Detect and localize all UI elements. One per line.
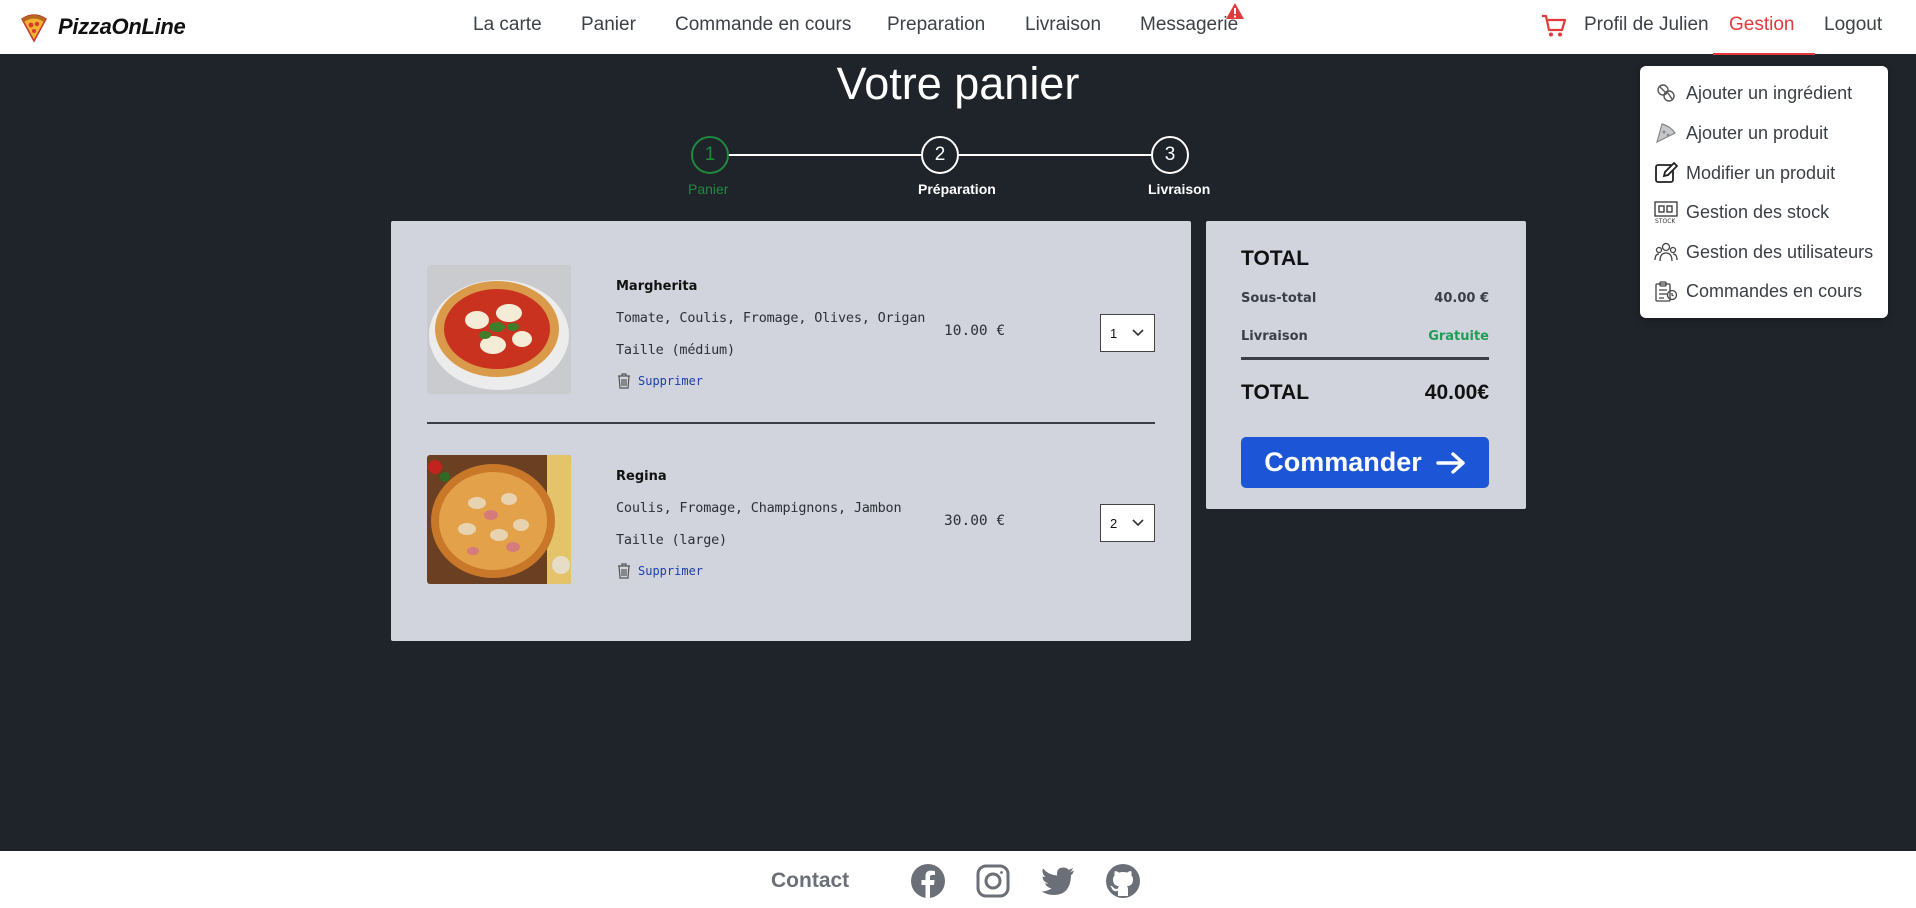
step-3-label: Livraison bbox=[1148, 181, 1211, 197]
order-button-label: Commander bbox=[1264, 447, 1422, 477]
trash-icon bbox=[618, 373, 630, 389]
instagram-icon[interactable] bbox=[975, 863, 1011, 899]
delete-label: Supprimer bbox=[638, 563, 704, 578]
item-size: Taille (médium) bbox=[616, 342, 735, 358]
nav-commande-en-cours[interactable]: Commande en cours bbox=[675, 14, 851, 36]
orders-icon bbox=[1655, 281, 1678, 302]
item-divider bbox=[427, 422, 1155, 424]
step-connector bbox=[959, 154, 1152, 156]
gestion-active-indicator bbox=[1713, 53, 1815, 55]
item-size: Taille (large) bbox=[616, 532, 727, 548]
nav-messagerie[interactable]: Messagerie bbox=[1140, 14, 1238, 36]
order-button[interactable]: Commander bbox=[1241, 437, 1489, 488]
quantity-value: 2 bbox=[1110, 515, 1118, 531]
total-row: TOTAL 40.00€ bbox=[1241, 381, 1489, 405]
delivery-value: Gratuite bbox=[1428, 329, 1489, 344]
step-2-circle: 2 bbox=[921, 136, 959, 174]
nav-panier[interactable]: Panier bbox=[581, 14, 636, 36]
menu-item-label: Modifier un produit bbox=[1686, 162, 1836, 183]
step-connector bbox=[728, 154, 921, 156]
cart-items-panel: Margherita Tomate, Coulis, Fromage, Oliv… bbox=[391, 221, 1191, 641]
nav-preparation[interactable]: Preparation bbox=[887, 14, 985, 36]
item-price: 30.00 € bbox=[944, 513, 1006, 529]
summary-divider bbox=[1241, 357, 1489, 360]
trash-icon bbox=[618, 563, 630, 579]
subtotal-value: 40.00 € bbox=[1434, 291, 1489, 306]
nav-la-carte[interactable]: La carte bbox=[473, 14, 542, 36]
item-ingredients: Tomate, Coulis, Fromage, Olives, Origan bbox=[616, 310, 926, 326]
item-name: Regina bbox=[616, 469, 667, 484]
arrow-right-icon bbox=[1436, 451, 1465, 474]
contact-label: Contact bbox=[771, 869, 850, 892]
menu-item-stock[interactable]: STOCK Gestion des stock bbox=[1654, 198, 1829, 226]
summary-title: TOTAL bbox=[1241, 247, 1310, 270]
twitter-icon[interactable] bbox=[1040, 863, 1076, 899]
quantity-value: 1 bbox=[1110, 325, 1118, 341]
brand-name: PizzaOnLine bbox=[58, 14, 186, 39]
delete-item-button[interactable]: Supprimer bbox=[616, 562, 703, 579]
github-icon[interactable] bbox=[1105, 863, 1141, 899]
cart-item: Regina Coulis, Fromage, Champignons, Jam… bbox=[427, 455, 1155, 585]
svg-text:STOCK: STOCK bbox=[1655, 218, 1676, 224]
chevron-down-icon bbox=[1132, 329, 1144, 337]
item-name: Margherita bbox=[616, 279, 698, 294]
pizza-slice-icon bbox=[1656, 123, 1676, 144]
footer: Contact bbox=[0, 851, 1916, 908]
navbar: PizzaOnLine La carte Panier Commande en … bbox=[0, 0, 1916, 55]
step-2-label: Préparation bbox=[918, 181, 996, 197]
nav-profile[interactable]: Profil de Julien bbox=[1584, 14, 1709, 36]
pizza-logo-icon bbox=[21, 14, 47, 43]
total-value: 40.00€ bbox=[1424, 381, 1489, 404]
order-summary-panel: TOTAL Sous-total 40.00 € Livraison Gratu… bbox=[1206, 221, 1526, 509]
menu-item-label: Gestion des utilisateurs bbox=[1686, 241, 1874, 262]
total-label: TOTAL bbox=[1241, 381, 1310, 404]
menu-item-label: Commandes en cours bbox=[1686, 280, 1863, 301]
menu-item-orders[interactable]: Commandes en cours bbox=[1654, 277, 1862, 305]
step-3-circle: 3 bbox=[1151, 136, 1189, 174]
subtotal-row: Sous-total 40.00 € bbox=[1241, 291, 1489, 306]
menu-item-label: Gestion des stock bbox=[1686, 201, 1830, 222]
page-title: Votre panier bbox=[836, 58, 1080, 109]
delivery-label: Livraison bbox=[1241, 329, 1308, 344]
step-1-label: Panier bbox=[688, 181, 729, 197]
cart-icon[interactable] bbox=[1541, 14, 1567, 38]
step-1-circle: 1 bbox=[691, 136, 729, 174]
item-price: 10.00 € bbox=[944, 323, 1006, 339]
pizza-margherita-image bbox=[427, 265, 571, 394]
brand[interactable]: PizzaOnLine bbox=[18, 11, 186, 43]
item-ingredients: Coulis, Fromage, Champignons, Jambon bbox=[616, 500, 902, 516]
quantity-select[interactable]: 1 bbox=[1100, 314, 1155, 352]
cart-item: Margherita Tomate, Coulis, Fromage, Oliv… bbox=[427, 265, 1155, 395]
menu-item-add-product[interactable]: Ajouter un produit bbox=[1654, 119, 1828, 147]
pizza-regina-image bbox=[427, 455, 571, 584]
subtotal-label: Sous-total bbox=[1241, 291, 1317, 306]
warning-icon bbox=[1226, 3, 1244, 19]
delivery-row: Livraison Gratuite bbox=[1241, 329, 1489, 344]
menu-item-label: Ajouter un produit bbox=[1686, 122, 1829, 143]
delete-item-button[interactable]: Supprimer bbox=[616, 372, 703, 389]
facebook-icon[interactable] bbox=[910, 863, 946, 899]
users-icon bbox=[1654, 242, 1678, 262]
edit-icon bbox=[1655, 161, 1678, 183]
chevron-down-icon bbox=[1132, 519, 1144, 527]
menu-item-users[interactable]: Gestion des utilisateurs bbox=[1654, 238, 1873, 266]
menu-item-edit-product[interactable]: Modifier un produit bbox=[1654, 159, 1835, 187]
quantity-select[interactable]: 2 bbox=[1100, 504, 1155, 542]
stock-icon: STOCK bbox=[1654, 201, 1678, 224]
delete-label: Supprimer bbox=[638, 373, 704, 388]
nav-logout[interactable]: Logout bbox=[1824, 14, 1882, 36]
nav-gestion[interactable]: Gestion bbox=[1729, 14, 1794, 36]
nav-livraison[interactable]: Livraison bbox=[1025, 14, 1101, 36]
